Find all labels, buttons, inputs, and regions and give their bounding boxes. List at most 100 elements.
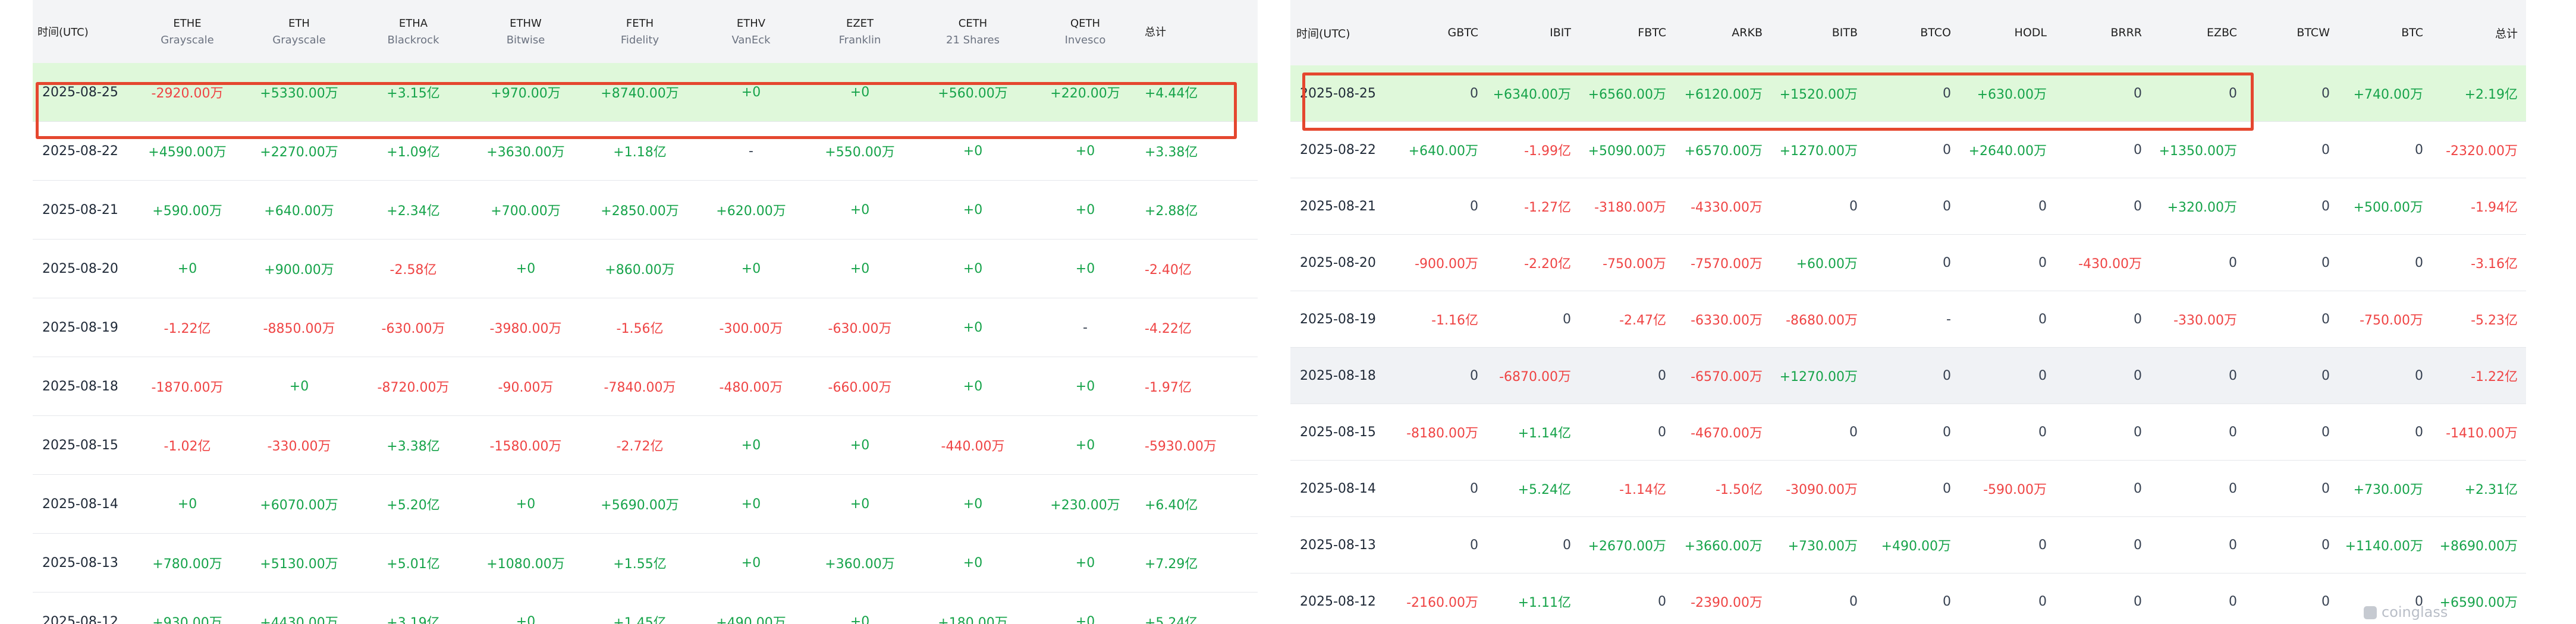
flow-cell: 0: [1579, 573, 1675, 624]
flow-cell: 0: [1391, 460, 1487, 517]
flow-cell: 0: [2338, 347, 2432, 404]
btc-col-header-9: EZBC: [2150, 0, 2245, 65]
btc-etf-flow-panel: 时间(UTC) GBTC IBIT FBTC ARKB BITB BTCO HODL BRRR E…: [1290, 0, 2527, 624]
table-row[interactable]: 2025-08-13 0 0 +2670.00万 +3660.00万 +730.00万 +4…: [1290, 516, 2526, 573]
flow-cell: +0: [134, 474, 241, 534]
flow-cell: +60.00万: [1771, 234, 1866, 291]
flow-cell: +6340.00万: [1487, 65, 1579, 122]
flow-cell: 0: [2055, 573, 2150, 624]
flow-cell: 0: [2245, 347, 2338, 404]
flow-cell: +0: [915, 357, 1031, 416]
date-cell: 2025-08-15: [33, 415, 134, 475]
table-row[interactable]: 2025-08-12 -2160.00万 +1.11亿 0 -2390.00万 0 0 0 0 0…: [1290, 573, 2526, 624]
date-cell: 2025-08-25: [1290, 65, 1391, 122]
table-row[interactable]: 2025-08-22 +640.00万 -1.99亿 +5090.00万 +6570.0…: [1290, 121, 2526, 178]
table-row[interactable]: 2025-08-13 +780.00万 +5130.00万 +5.01亿 +1080.0…: [33, 533, 1258, 593]
flow-cell: 0: [2055, 404, 2150, 461]
table-row[interactable]: 2025-08-19 -1.22亿 -8850.00万 -630.00万 -3980.0…: [33, 298, 1258, 357]
flow-cell: +6070.00万: [241, 474, 357, 534]
table-row[interactable]: 2025-08-22 +4590.00万 +2270.00万 +1.09亿 +3630.…: [33, 121, 1258, 181]
flow-cell: -1580.00万: [469, 415, 582, 475]
flow-cell: +730.00万: [2338, 460, 2432, 517]
flow-cell: +700.00万: [469, 180, 582, 239]
flow-cell: +360.00万: [805, 533, 915, 593]
btc-table-header-row: 时间(UTC) GBTC IBIT FBTC ARKB BITB BTCO HODL BRRR E…: [1290, 0, 2526, 65]
flow-cell: +0: [805, 592, 915, 624]
eth-col-ticker: QETH: [1070, 17, 1101, 30]
date-cell: 2025-08-12: [1290, 573, 1391, 624]
btc-col-header-6: BTCO: [1866, 0, 1959, 65]
flow-cell: +3.38亿: [357, 415, 469, 475]
flow-cell: 0: [2055, 291, 2150, 348]
flow-cell: 0: [2245, 291, 2338, 348]
flow-cell: -750.00万: [1579, 234, 1675, 291]
flow-cell: 0: [2055, 516, 2150, 573]
flow-cell: +0: [698, 474, 805, 534]
eth-col-issuer: Blackrock: [387, 33, 439, 46]
date-cell: 2025-08-15: [1290, 404, 1391, 461]
flow-cell: 0: [2150, 347, 2245, 404]
flow-cell: +1.18亿: [582, 121, 698, 181]
btc-col-header-1: GBTC: [1391, 0, 1487, 65]
flow-cell: +0: [915, 533, 1031, 593]
flow-cell: +6570.00万: [1675, 121, 1771, 178]
flow-cell: 0: [1391, 347, 1487, 404]
table-row[interactable]: 2025-08-19 -1.16亿 0 -2.47亿 -6330.00万 -8680.00…: [1290, 291, 2526, 348]
table-row[interactable]: 2025-08-21 0 -1.27亿 -3180.00万 -4330.00万 0 0 0 0 +…: [1290, 178, 2526, 235]
table-row[interactable]: 2025-08-20 +0 +900.00万 -2.58亿 +0 +860.00万 +0 +0…: [33, 239, 1258, 298]
table-row[interactable]: 2025-08-25 -2920.00万 +5330.00万 +3.15亿 +970.0…: [33, 63, 1258, 122]
eth-col-issuer: Franklin: [838, 33, 881, 46]
flow-cell: 0: [1959, 178, 2055, 235]
table-row[interactable]: 2025-08-14 +0 +6070.00万 +5.20亿 +0 +5690.00万 +0…: [33, 474, 1258, 534]
date-cell: 2025-08-22: [1290, 121, 1391, 178]
flow-cell: 0: [2338, 121, 2432, 178]
flow-cell: +6560.00万: [1579, 65, 1675, 122]
flow-cell: +0: [241, 357, 357, 416]
flow-cell: -1.50亿: [1675, 460, 1771, 517]
flow-cell: 0: [2055, 65, 2150, 122]
flow-cell: +0: [469, 592, 582, 624]
flow-cell: +620.00万: [698, 180, 805, 239]
flow-cell: -5930.00万: [1140, 415, 1258, 475]
flow-cell: +0: [698, 533, 805, 593]
date-cell: 2025-08-22: [33, 121, 134, 181]
flow-cell: +220.00万: [1031, 63, 1140, 122]
flow-cell: +5.24亿: [1487, 460, 1579, 517]
flow-cell: -660.00万: [805, 357, 915, 416]
eth-col-ticker: CETH: [958, 17, 988, 30]
flow-cell: 0: [2245, 65, 2338, 122]
table-row[interactable]: 2025-08-12 +930.00万 +4430.00万 +3.19亿 +0 +1.45…: [33, 592, 1258, 624]
btc-col-header-11: BTC: [2338, 0, 2432, 65]
flow-cell: -4670.00万: [1675, 404, 1771, 461]
date-cell: 2025-08-18: [33, 357, 134, 416]
table-row[interactable]: 2025-08-18 -1870.00万 +0 -8720.00万 -90.00万 -78…: [33, 357, 1258, 416]
flow-cell: 0: [1579, 404, 1675, 461]
table-row[interactable]: 2025-08-18 0 -6870.00万 0 -6570.00万 +1270.00万 0…: [1290, 347, 2526, 404]
eth-col-ticker: FETH: [626, 17, 654, 30]
flow-cell: -8680.00万: [1771, 291, 1866, 348]
eth-col-header-2: ETH Grayscale: [241, 0, 357, 63]
eth-col-ticker: ETHV: [736, 17, 766, 30]
flow-cell: +0: [915, 180, 1031, 239]
table-row[interactable]: 2025-08-15 -8180.00万 +1.14亿 0 -4670.00万 0 0 0 0 0…: [1290, 404, 2526, 461]
flow-cell: 0: [2150, 234, 2245, 291]
eth-col-header-10: 总计: [1140, 0, 1258, 63]
flow-cell: +0: [915, 239, 1031, 298]
flow-cell: +5.01亿: [357, 533, 469, 593]
table-row[interactable]: 2025-08-20 -900.00万 -2.20亿 -750.00万 -7570.00…: [1290, 234, 2526, 291]
table-row[interactable]: 2025-08-21 +590.00万 +640.00万 +2.34亿 +700.00万…: [33, 180, 1258, 239]
flow-cell: +1140.00万: [2338, 516, 2432, 573]
eth-table-body: 2025-08-25 -2920.00万 +5330.00万 +3.15亿 +970.0…: [33, 63, 1258, 624]
table-row[interactable]: 2025-08-15 -1.02亿 -330.00万 +3.38亿 -1580.00万 -…: [33, 415, 1258, 475]
flow-cell: -8180.00万: [1391, 404, 1487, 461]
flow-cell: -3.16亿: [2432, 234, 2526, 291]
btc-table-body: 2025-08-25 0 +6340.00万 +6560.00万 +6120.00万 +1…: [1290, 65, 2526, 624]
table-row[interactable]: 2025-08-14 0 +5.24亿 -1.14亿 -1.50亿 -3090.00万 0-…: [1290, 460, 2526, 517]
flow-cell: -2320.00万: [2432, 121, 2526, 178]
flow-cell: 0: [2055, 347, 2150, 404]
flow-cell: -6570.00万: [1675, 347, 1771, 404]
flow-cell: 0: [1866, 234, 1959, 291]
flow-cell: +1520.00万: [1771, 65, 1866, 122]
date-cell: 2025-08-13: [1290, 516, 1391, 573]
table-row[interactable]: 2025-08-25 0 +6340.00万 +6560.00万 +6120.00万 +1…: [1290, 65, 2526, 122]
